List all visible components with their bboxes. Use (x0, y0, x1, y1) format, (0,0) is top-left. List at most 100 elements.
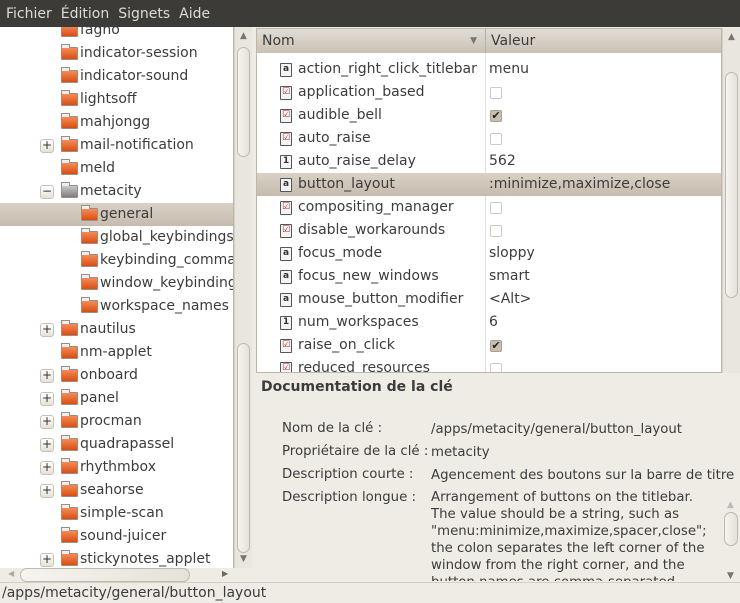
tree-scroll-thumb[interactable] (237, 47, 250, 157)
tree-item-panel[interactable]: + panel (0, 387, 233, 410)
key-owner-value: metacity (431, 445, 490, 460)
value-checkbox[interactable]: ✔ (490, 340, 502, 352)
status-bar: /apps/metacity/general/button_layout (0, 582, 740, 603)
bool-type-icon: ☑ (280, 132, 292, 146)
table-row[interactable]: ☑ raise_on_click ✔ (257, 334, 721, 357)
tree-item-general[interactable]: general (0, 203, 233, 226)
key-value[interactable]: 562 (489, 153, 516, 169)
tree-item-workspace_names[interactable]: workspace_names (0, 295, 233, 318)
doc-scroll-thumb[interactable] (724, 512, 738, 546)
table-row[interactable]: 1 num_workspaces 6 (257, 311, 721, 334)
tree-item-sound-juicer[interactable]: sound-juicer (0, 525, 233, 548)
table-row[interactable]: a focus_mode sloppy (257, 242, 721, 265)
expand-icon[interactable]: + (40, 369, 54, 383)
tree-item-label: panel (80, 390, 119, 406)
expand-icon[interactable]: + (40, 139, 54, 153)
key-value[interactable]: smart (489, 268, 530, 284)
tree-item-lightsoff[interactable]: lightsoff (0, 88, 233, 111)
table-row[interactable]: ☑ disable_workarounds (257, 219, 721, 242)
tree-item-metacity[interactable]: − metacity (0, 180, 233, 203)
key-name: action_right_click_titlebar (298, 61, 477, 77)
tree-item-keybinding_commands[interactable]: keybinding_commands (0, 249, 233, 272)
folder-icon (61, 113, 78, 129)
table-row[interactable]: a action_right_click_titlebar menu (257, 58, 721, 81)
menu-signets[interactable]: Signets (118, 6, 170, 22)
key-value[interactable]: sloppy (489, 245, 535, 261)
expand-icon[interactable]: + (40, 438, 54, 452)
key-value[interactable]: 6 (489, 314, 498, 330)
value-checkbox[interactable] (490, 87, 502, 99)
folder-icon (61, 44, 78, 60)
table-row[interactable]: a button_layout:minimize,maximize,close (257, 173, 721, 196)
scroll-left-arrow-icon[interactable]: ◀ (8, 569, 14, 578)
directory-tree[interactable]: fagno indicator-session indicator-sound lig… (0, 27, 234, 568)
scroll-up-arrow-icon[interactable]: ▲ (728, 32, 735, 42)
tree-item-global_keybindings[interactable]: global_keybindings (0, 226, 233, 249)
tree-horizontal-scrollbar[interactable]: ◀ ▶ (0, 568, 252, 582)
key-value[interactable]: <Alt> (489, 291, 531, 307)
tree-vertical-scrollbar[interactable]: ▲ ▼ (234, 27, 252, 568)
table-row[interactable]: a focus_new_windows smart (257, 265, 721, 288)
value-checkbox[interactable] (490, 202, 502, 214)
tree-item-fagno[interactable]: fagno (0, 27, 233, 42)
doc-title: Documentation de la clé (261, 379, 453, 395)
expand-icon[interactable]: + (40, 415, 54, 429)
tree-scroll-thumb-lower[interactable] (237, 343, 250, 553)
table-row[interactable]: ☑ auto_raise (257, 127, 721, 150)
column-header-name[interactable]: Nom ▼ (257, 29, 486, 53)
key-name: compositing_manager (298, 199, 454, 215)
table-row[interactable]: ☑ compositing_manager (257, 196, 721, 219)
expand-icon[interactable]: + (40, 461, 54, 475)
menu-aide[interactable]: Aide (179, 6, 210, 22)
tree-item-label: stickynotes_applet (80, 551, 211, 567)
tree-item-mail-notification[interactable]: + mail-notification (0, 134, 233, 157)
tree-item-quadrapassel[interactable]: + quadrapassel (0, 433, 233, 456)
expand-icon[interactable]: + (40, 484, 54, 498)
tree-item-indicator-session[interactable]: indicator-session (0, 42, 233, 65)
table-scroll-thumb[interactable] (725, 72, 738, 298)
value-checkbox[interactable]: ✔ (490, 110, 502, 122)
expand-icon[interactable]: + (40, 553, 54, 567)
expand-icon[interactable]: + (40, 392, 54, 406)
tree-item-indicator-sound[interactable]: indicator-sound (0, 65, 233, 88)
scroll-up-arrow-icon[interactable]: ▲ (240, 31, 247, 41)
scroll-down-arrow-icon[interactable]: ▼ (727, 571, 734, 581)
keys-table[interactable]: Nom ▼ Valeur a action_right_click_titlebar… (256, 28, 722, 373)
doc-vertical-scrollbar[interactable]: ▲ ▼ (722, 495, 740, 581)
scroll-up-arrow-icon[interactable]: ▲ (727, 500, 734, 510)
table-row[interactable]: 1 auto_raise_delay 562 (257, 150, 721, 173)
value-checkbox[interactable] (490, 133, 502, 145)
menu-edition[interactable]: Édition (61, 6, 109, 22)
tree-item-nautilus[interactable]: + nautilus (0, 318, 233, 341)
tree-item-onboard[interactable]: + onboard (0, 364, 233, 387)
key-value[interactable]: menu (489, 61, 529, 77)
menu-fichier[interactable]: Fichier (6, 6, 52, 22)
tree-item-label: onboard (80, 367, 138, 383)
value-checkbox[interactable] (490, 363, 502, 372)
tree-item-meld[interactable]: meld (0, 157, 233, 180)
tree-item-mahjongg[interactable]: mahjongg (0, 111, 233, 134)
table-row[interactable]: ☑ application_based (257, 81, 721, 104)
key-value[interactable]: :minimize,maximize,close (489, 176, 670, 192)
table-row[interactable]: ☑ audible_bell ✔ (257, 104, 721, 127)
scroll-right-arrow-icon[interactable]: ▶ (222, 569, 228, 578)
tree-hscroll-thumb[interactable] (20, 568, 190, 582)
tree-item-procman[interactable]: + procman (0, 410, 233, 433)
tree-item-label: nautilus (80, 321, 136, 337)
table-row[interactable]: a mouse_button_modifier <Alt> (257, 288, 721, 311)
collapse-icon[interactable]: − (40, 185, 54, 199)
tree-item-stickynotes_applet[interactable]: + stickynotes_applet (0, 548, 233, 568)
column-header-value[interactable]: Valeur (486, 29, 721, 53)
table-vertical-scrollbar[interactable]: ▲ (722, 28, 740, 373)
tree-item-seahorse[interactable]: + seahorse (0, 479, 233, 502)
table-row[interactable]: ☑ reduced_resources (257, 357, 721, 372)
scroll-down-arrow-icon[interactable]: ▼ (240, 554, 247, 564)
expand-icon[interactable]: + (40, 323, 54, 337)
tree-item-nm-applet[interactable]: nm-applet (0, 341, 233, 364)
key-name: focus_mode (298, 245, 383, 261)
tree-item-simple-scan[interactable]: simple-scan (0, 502, 233, 525)
tree-item-label: indicator-sound (80, 68, 189, 84)
value-checkbox[interactable] (490, 225, 502, 237)
tree-item-window_keybindings[interactable]: window_keybindings (0, 272, 233, 295)
tree-item-rhythmbox[interactable]: + rhythmbox (0, 456, 233, 479)
